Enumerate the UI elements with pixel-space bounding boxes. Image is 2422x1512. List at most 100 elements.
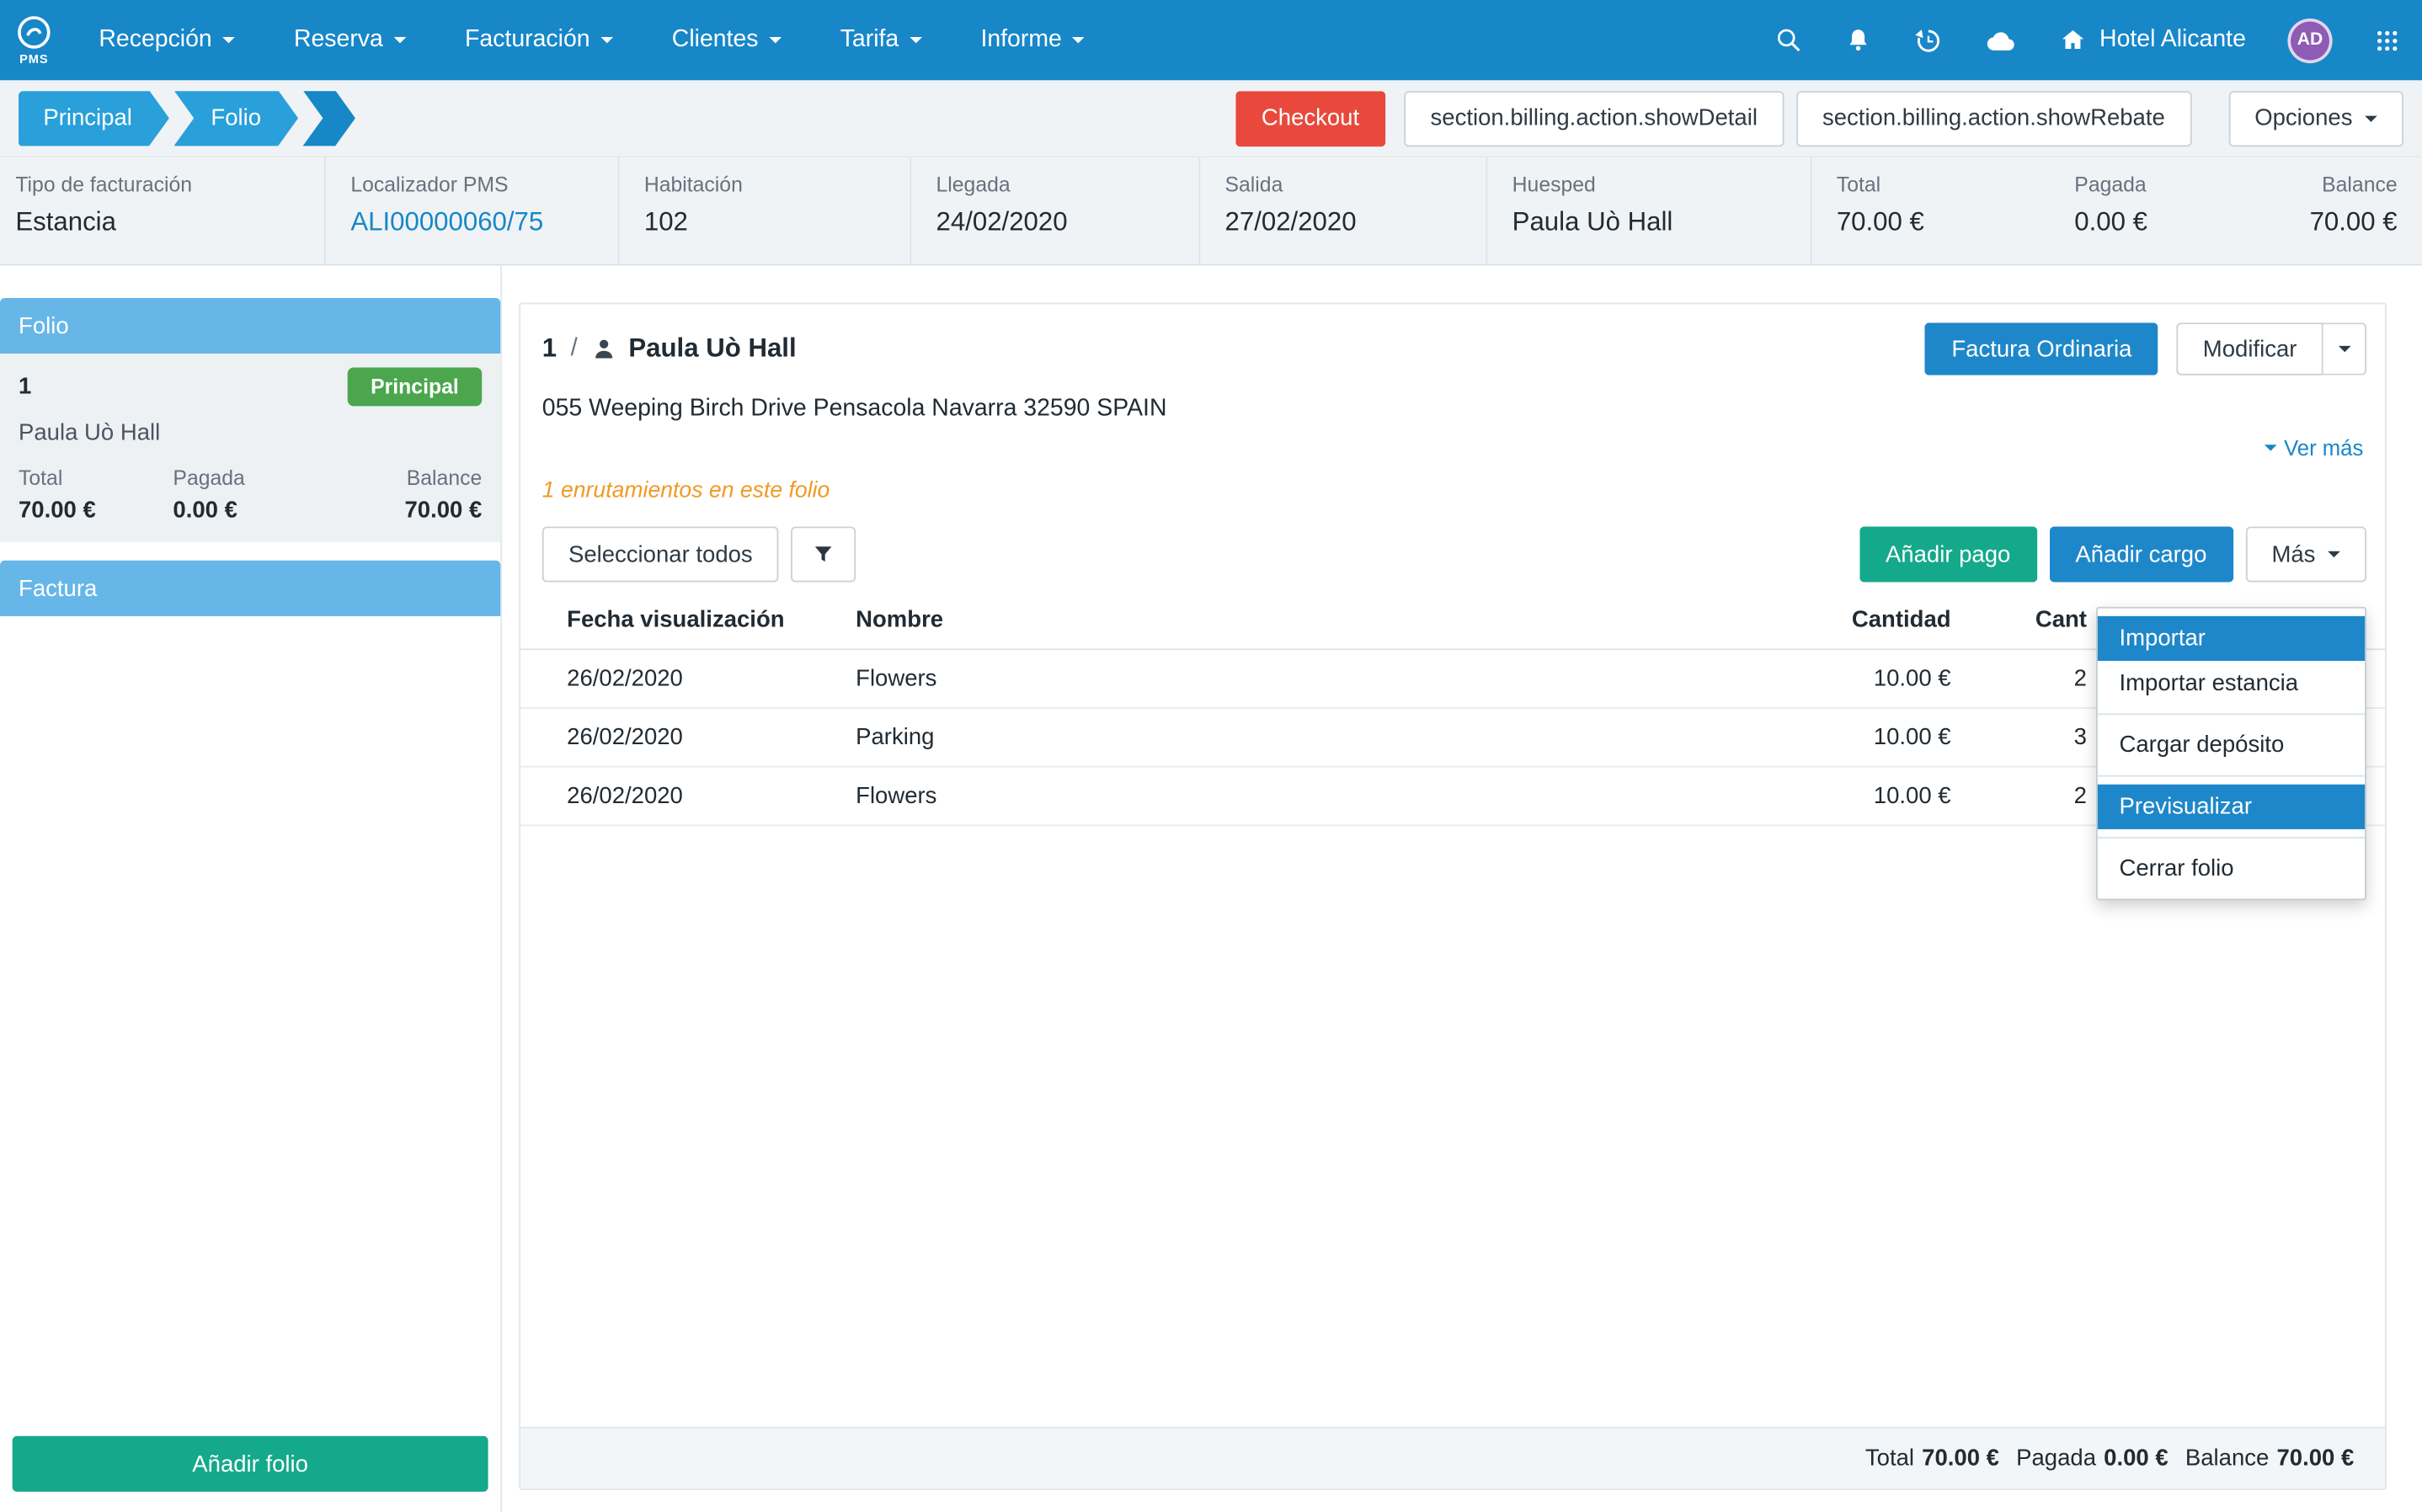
menu-item-previsualizar[interactable]: Previsualizar	[2098, 785, 2365, 829]
cell-qty: 3	[1951, 724, 2087, 750]
guest-actions: Factura Ordinaria Modificar	[1925, 322, 2366, 375]
chevron-down-icon	[394, 37, 407, 43]
filter-icon	[811, 542, 835, 567]
breadcrumb-arrow	[303, 90, 355, 146]
cell-name: Flowers	[856, 783, 1719, 809]
nav-item-informe[interactable]: Informe	[980, 26, 1085, 54]
history-icon[interactable]	[1914, 25, 1944, 55]
home-icon	[2059, 26, 2087, 54]
nav-item-recepcion[interactable]: Recepción	[99, 26, 235, 54]
folio-card[interactable]: 1 Principal Paula Uò Hall Total 70.00 € …	[0, 354, 500, 542]
nav-label: Reserva	[294, 26, 383, 54]
footer-total-label: Total	[1865, 1445, 1914, 1472]
body-area: Folio 1 Principal Paula Uò Hall Total 70…	[0, 265, 2422, 1511]
more-label: Más	[2271, 541, 2315, 567]
more-button[interactable]: Más	[2245, 526, 2366, 582]
options-button[interactable]: Opciones	[2228, 90, 2403, 146]
hotel-name: Hotel Alicante	[2099, 26, 2246, 54]
chevron-down-icon	[2264, 445, 2276, 450]
chevron-down-icon	[910, 37, 922, 43]
menu-item-importar[interactable]: Importar	[2098, 616, 2365, 661]
sidebar-folio-header[interactable]: Folio	[0, 298, 500, 354]
main-menu: Recepción Reserva Facturación Clientes T…	[99, 26, 1085, 54]
add-payment-button[interactable]: Añadir pago	[1859, 526, 2037, 582]
field-value: Paula Uò Hall	[1512, 207, 1786, 238]
modificar-button[interactable]: Modificar	[2177, 322, 2323, 375]
balance-value: 70.00 €	[328, 498, 482, 524]
menu-item-cerrar-folio[interactable]: Cerrar folio	[2098, 846, 2365, 891]
apps-grid-icon[interactable]	[2374, 27, 2400, 53]
select-all-button[interactable]: Seleccionar todos	[542, 526, 779, 582]
toolbar-right: Añadir pago Añadir cargo Más	[1859, 526, 2366, 582]
field-label: Salida	[1225, 173, 1462, 196]
field-llegada: Llegada 24/02/2020	[910, 157, 1198, 264]
avatar[interactable]: AD	[2287, 18, 2332, 62]
sidebar-spacer	[0, 616, 500, 1436]
checkout-button[interactable]: Checkout	[1235, 90, 1386, 146]
field-value: 70.00 €	[2296, 207, 2398, 238]
principal-badge: Principal	[348, 368, 483, 407]
search-icon[interactable]	[1775, 26, 1803, 54]
pms-brand-label: PMS	[19, 52, 49, 67]
nav-label: Clientes	[672, 26, 759, 54]
folio-number: 1	[19, 374, 31, 400]
chevron-down-icon	[2328, 551, 2340, 557]
footer-balance-label: Balance	[2185, 1445, 2269, 1472]
menu-divider	[2098, 713, 2365, 715]
cell-amount: 10.00 €	[1719, 724, 1950, 750]
menu-item-importar-estancia[interactable]: Importar estancia	[2098, 661, 2365, 705]
field-tipo-facturacion: Tipo de facturación Estancia	[0, 157, 324, 264]
nav-item-tarifa[interactable]: Tarifa	[840, 26, 922, 54]
show-detail-button[interactable]: section.billing.action.showDetail	[1404, 90, 1784, 146]
modificar-caret-button[interactable]	[2323, 322, 2366, 375]
nav-label: Recepción	[99, 26, 211, 54]
person-icon	[591, 337, 616, 361]
breadcrumb-principal[interactable]: Principal	[19, 90, 169, 146]
options-label: Opciones	[2254, 105, 2352, 131]
nav-item-clientes[interactable]: Clientes	[672, 26, 782, 54]
routing-note: 1 enrutamientos en este folio	[520, 479, 2385, 503]
pms-logo[interactable]: PMS	[15, 14, 52, 67]
cell-date: 26/02/2020	[520, 666, 856, 692]
field-localizador-pms: Localizador PMS ALI00000060/75	[324, 157, 617, 264]
bell-icon[interactable]	[1844, 26, 1872, 54]
cell-name: Flowers	[856, 666, 1719, 692]
field-huesped: Huesped Paula Uò Hall	[1486, 157, 1810, 264]
field-value: 70.00 €	[1837, 207, 2025, 238]
pms-logo-icon	[15, 14, 52, 51]
field-label: Huesped	[1512, 173, 1786, 196]
chevron-down-icon	[223, 37, 236, 43]
show-rebate-button[interactable]: section.billing.action.showRebate	[1796, 90, 2191, 146]
cloud-icon[interactable]	[1985, 27, 2018, 53]
cell-qty: 2	[1951, 666, 2087, 692]
menu-item-cargar-deposito[interactable]: Cargar depósito	[2098, 722, 2365, 767]
add-folio-button[interactable]: Añadir folio	[13, 1436, 488, 1492]
filter-button[interactable]	[792, 526, 856, 582]
folio-card-top: 1 Principal	[19, 368, 482, 407]
ver-mas-label: Ver más	[2284, 435, 2363, 460]
nav-item-reserva[interactable]: Reserva	[294, 26, 406, 54]
pagada-label: Pagada	[173, 466, 327, 490]
cell-name: Parking	[856, 724, 1719, 750]
col-header-fecha: Fecha visualización	[520, 607, 856, 633]
field-label: Localizador PMS	[350, 173, 593, 196]
nav-item-facturacion[interactable]: Facturación	[465, 26, 613, 54]
menu-divider	[2098, 775, 2365, 777]
breadcrumb-folio[interactable]: Folio	[173, 90, 298, 146]
main-area: 1 / Paula Uò Hall Factura Ordinaria Modi…	[502, 265, 2422, 1511]
hotel-selector[interactable]: Hotel Alicante	[2059, 26, 2246, 54]
field-label: Llegada	[936, 173, 1174, 196]
factura-ordinaria-button[interactable]: Factura Ordinaria	[1925, 322, 2158, 375]
guest-number: 1	[542, 333, 557, 365]
ver-mas-link[interactable]: Ver más	[2264, 435, 2363, 460]
cell-amount: 10.00 €	[1719, 783, 1950, 809]
add-charge-button[interactable]: Añadir cargo	[2049, 526, 2233, 582]
footer-pagada-value: 0.00 €	[2104, 1445, 2169, 1472]
field-value: 27/02/2020	[1225, 207, 1462, 238]
navbar-right: Hotel Alicante AD	[1775, 18, 2422, 62]
field-salida: Salida 27/02/2020	[1198, 157, 1486, 264]
localizador-link[interactable]: ALI00000060/75	[350, 207, 593, 238]
sidebar-factura-header[interactable]: Factura	[0, 561, 500, 616]
chevron-down-icon	[600, 37, 613, 43]
chevron-down-icon	[769, 37, 782, 43]
